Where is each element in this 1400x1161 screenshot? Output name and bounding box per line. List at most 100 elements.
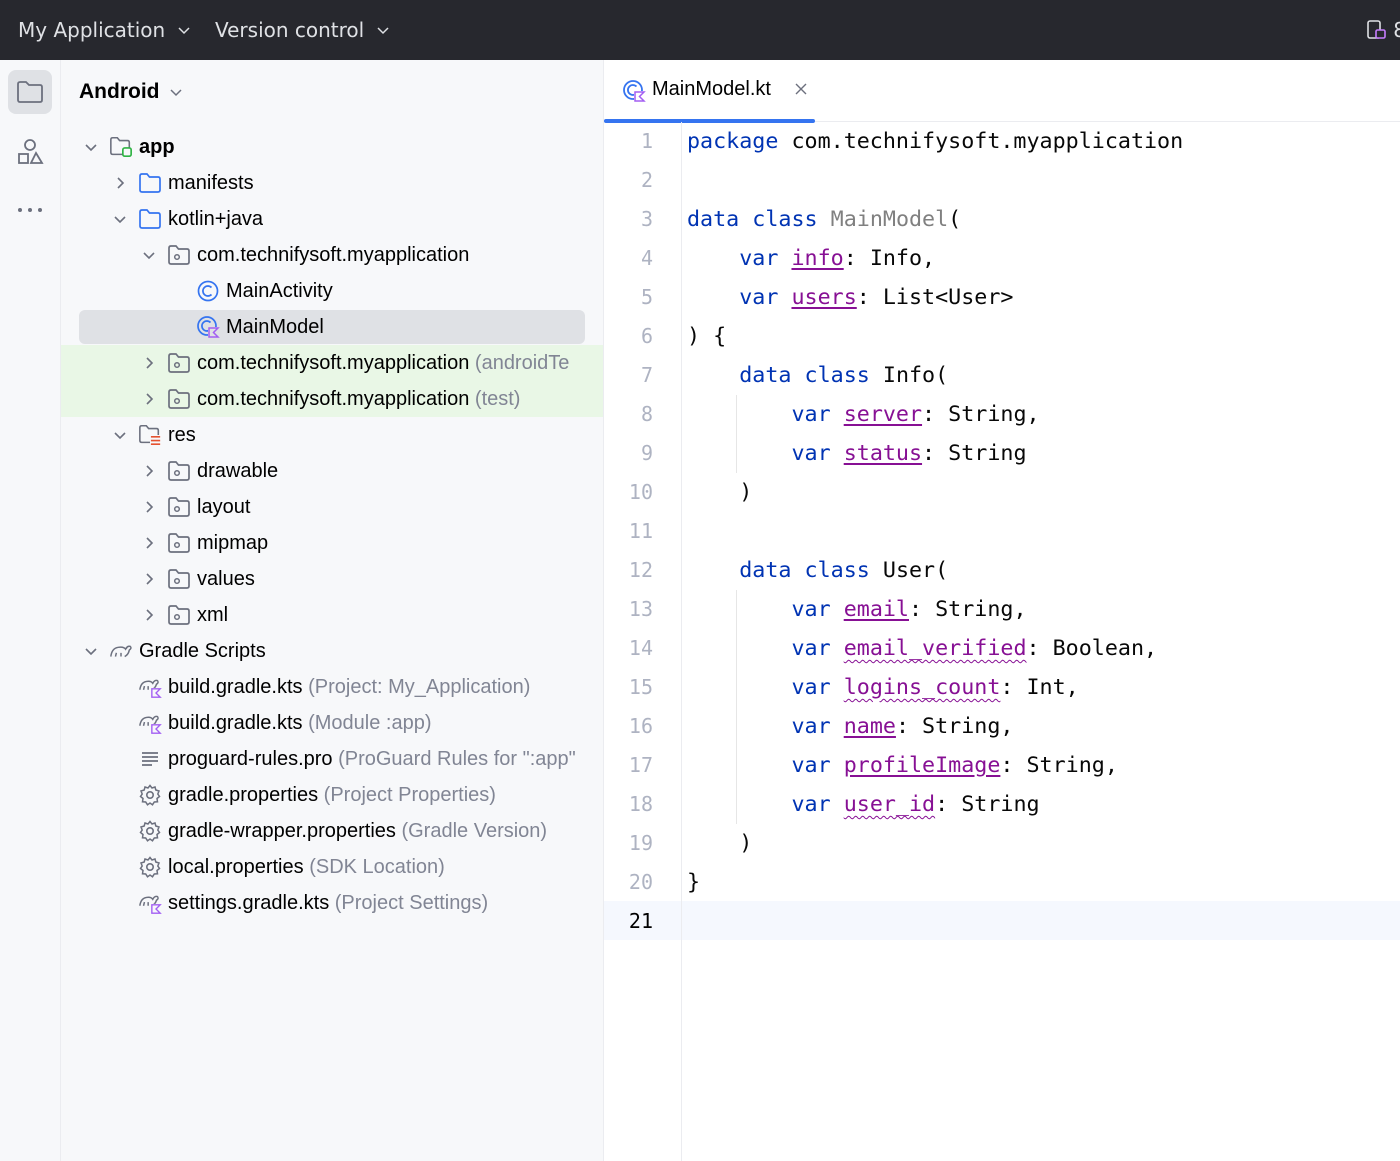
code-line-9: var status: String (687, 434, 1026, 473)
property-name: name (843, 714, 896, 739)
code-line-5: var users: List<User> (687, 278, 1013, 317)
chevron-down-icon[interactable] (112, 211, 128, 227)
tree-item[interactable]: drawable (61, 453, 603, 489)
chevron-right-icon[interactable] (141, 463, 157, 479)
tree-item[interactable]: Gradle Scripts (61, 633, 603, 669)
code-line-7: data class Info( (687, 356, 948, 395)
run-config-selector[interactable]: 8 (1365, 18, 1400, 42)
keyword: var (791, 402, 831, 427)
tree-item[interactable]: gradle.properties (Project Properties) (61, 777, 603, 813)
version-control-menu[interactable]: Version control (215, 0, 390, 60)
tree-item[interactable]: manifests (61, 165, 603, 201)
tree-item[interactable]: values (61, 561, 603, 597)
code-text: : Boolean, (1026, 636, 1158, 661)
tool-window-strip (0, 60, 61, 1161)
package-icon (167, 351, 191, 375)
line-number: 13 (628, 597, 653, 621)
property-name: user_id (843, 792, 936, 817)
tree-item[interactable]: settings.gradle.kts (Project Settings) (61, 885, 603, 921)
chevron-right-icon[interactable] (141, 571, 157, 587)
tree-item-name: proguard-rules.pro (168, 748, 333, 770)
tree-item-label: manifests (168, 172, 254, 195)
chevron-right-icon[interactable] (141, 607, 157, 623)
tree-item[interactable]: MainActivity (61, 273, 603, 309)
tab-mainmodel[interactable]: MainModel.kt (604, 60, 819, 123)
tree-item-label: gradle-wrapper.properties (Gradle Versio… (168, 820, 547, 843)
gear-icon (138, 783, 162, 807)
tree-item[interactable]: mipmap (61, 525, 603, 561)
tree-item-hint: (Gradle Version) (401, 820, 548, 842)
tree-item-label: local.properties (SDK Location) (168, 856, 445, 879)
chevron-right-icon[interactable] (141, 499, 157, 515)
tree-item-name: xml (197, 604, 229, 626)
tree-item[interactable]: build.gradle.kts (Module :app) (61, 705, 603, 741)
line-number: 7 (640, 363, 653, 387)
chevron-right-icon[interactable] (141, 391, 157, 407)
line-number: 1 (640, 129, 653, 153)
code-editor: MainModel.kt 1 2 3 4 5 6 7 8 9 10 11 12 13 14 15 16 17 18… (604, 60, 1400, 1161)
line-number: 19 (628, 831, 653, 855)
tree-item-name: kotlin+java (168, 208, 264, 230)
chevron-right-icon[interactable] (141, 355, 157, 371)
tree-item-label: drawable (197, 460, 278, 483)
chevron-down-icon[interactable] (141, 247, 157, 263)
tree-item-hint: (Project Settings) (334, 892, 489, 914)
more-icon (18, 208, 42, 212)
line-number: 9 (640, 441, 653, 465)
shapes-icon (18, 139, 44, 164)
property-name: profileImage (843, 753, 1001, 778)
tree-item[interactable]: com.technifysoft.myapplication (61, 237, 603, 273)
code-line-16: var name: String, (687, 707, 1013, 746)
tree-item-hint: (test) (474, 388, 521, 410)
line-number: 5 (640, 285, 653, 309)
package-icon (167, 603, 191, 627)
project-tool-button[interactable] (8, 70, 52, 114)
chevron-right-icon[interactable] (141, 535, 157, 551)
keyword: var (739, 246, 779, 271)
resource-manager-button[interactable] (8, 130, 52, 174)
more-tools-button[interactable] (8, 188, 52, 232)
chevron-down-icon[interactable] (83, 139, 99, 155)
tree-item[interactable]: layout (61, 489, 603, 525)
tree-item[interactable]: com.technifysoft.myapplication (test) (61, 381, 603, 417)
tree-item[interactable]: kotlin+java (61, 201, 603, 237)
property-name: logins_count (843, 675, 1001, 700)
line-number: 3 (640, 207, 653, 231)
tree-item[interactable]: com.technifysoft.myapplication (androidT… (61, 345, 603, 381)
line-number: 6 (640, 324, 653, 348)
line-number: 10 (628, 480, 653, 504)
code-line-8: var server: String, (687, 395, 1039, 434)
editor-tab-bar: MainModel.kt (604, 60, 1400, 123)
project-menu[interactable]: My Application (18, 0, 191, 60)
tree-item[interactable]: gradle-wrapper.properties (Gradle Versio… (61, 813, 603, 849)
tree-item-label: build.gradle.kts (Module :app) (168, 712, 432, 735)
folder-icon (17, 81, 43, 103)
tree-item[interactable]: xml (61, 597, 603, 633)
chevron-right-icon[interactable] (112, 175, 128, 191)
tree-item[interactable]: build.gradle.kts (Project: My_Applicatio… (61, 669, 603, 705)
tree-item[interactable]: app (61, 129, 603, 165)
gear-icon (138, 855, 162, 879)
device-icon (1367, 20, 1387, 39)
tree-item-name: com.technifysoft.myapplication (197, 244, 470, 266)
tree-item[interactable]: local.properties (SDK Location) (61, 849, 603, 885)
tree-item-label: kotlin+java (168, 208, 263, 231)
chevron-down-icon[interactable] (112, 427, 128, 443)
tree-item-name: Gradle Scripts (139, 640, 266, 662)
tree-item-label: res (168, 424, 196, 447)
tree-item-label: proguard-rules.pro (ProGuard Rules for "… (168, 748, 576, 771)
close-icon[interactable] (794, 82, 808, 96)
module-folder-icon (109, 135, 133, 159)
keyword: class (804, 363, 870, 388)
tree-item-name: local.properties (168, 856, 304, 878)
project-view-selector[interactable]: Android (79, 78, 183, 106)
chevron-down-icon[interactable] (83, 643, 99, 659)
project-menu-label: My Application (18, 18, 166, 42)
tree-item[interactable]: res (61, 417, 603, 453)
tree-item[interactable]: proguard-rules.pro (ProGuard Rules for "… (61, 741, 603, 777)
tree-item-label: Gradle Scripts (139, 640, 266, 663)
tree-item-name: gradle.properties (168, 784, 319, 806)
tab-label: MainModel.kt (652, 78, 771, 100)
line-number-gutter: 1 2 3 4 5 6 7 8 9 10 11 12 13 14 15 16 17 18 19 20 21 (604, 122, 682, 1161)
tree-item[interactable]: MainModel (61, 309, 603, 345)
